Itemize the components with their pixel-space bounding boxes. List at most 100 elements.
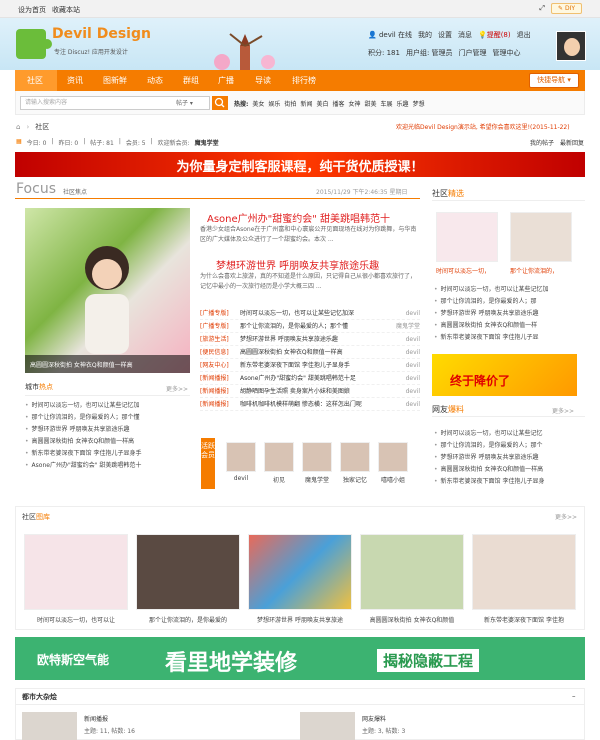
nav-item-feed[interactable]: 动态 [147, 75, 163, 86]
member-card[interactable]: 初见 [264, 442, 294, 484]
list-item[interactable]: 那个让你流泪的，是你最爱的人；那个懂 [25, 412, 190, 424]
member-name[interactable]: devil [226, 475, 256, 482]
forum-name[interactable]: 网友爆料 [362, 714, 386, 723]
gallery-caption[interactable]: 新东带老婆深夜下面馆 李佳抱 [472, 615, 576, 624]
list-item[interactable]: 高圆圆深秋街拍 女神衣Q和颜值一样高 [434, 464, 584, 476]
breadcrumb-community[interactable]: 社区 [35, 122, 49, 132]
news-tag[interactable]: [新闻播报] [200, 398, 240, 410]
hot-tag[interactable]: 美白 [316, 99, 328, 108]
diy-button[interactable]: ✎ DIY [551, 3, 582, 14]
news-author[interactable]: devil [400, 346, 420, 358]
my-menu[interactable]: 我的 [418, 30, 432, 40]
list-item[interactable]: 那个让你流泪的，是你最爱的人；那 [434, 296, 584, 308]
gallery-caption[interactable]: 高圆圆深秋街拍 女神衣Q和颜值 [360, 615, 464, 624]
gallery-item[interactable]: 时间可以淡忘一切，也可以让 [24, 534, 128, 624]
settings-link[interactable]: 设置 [438, 30, 452, 40]
home-icon[interactable]: ⌂ [16, 123, 20, 131]
news-tag[interactable]: [新闻播报] [200, 385, 240, 397]
ad-banner-bottom[interactable]: 欧特斯空气能 看里地学装修 揭秘隐蔽工程 [15, 637, 585, 680]
gallery-image[interactable] [248, 534, 352, 610]
forum-category-title[interactable]: 都市大杂烩 [22, 692, 57, 702]
focus-headline-1[interactable]: Asone广州办"甜蜜约会" 甜美跳唱韩范十 [207, 210, 390, 225]
ad-banner-top[interactable]: 为你量身定制客服课程，纯干货优质授课！ [15, 152, 585, 177]
forum-icon[interactable] [300, 712, 355, 740]
hot-tag[interactable]: 播客 [332, 99, 344, 108]
member-card[interactable]: 独家记忆 [340, 442, 370, 484]
list-item[interactable]: 那个让你流泪的，是你最爱的人；那个 [434, 440, 584, 452]
nav-item-news[interactable]: 资讯 [67, 75, 83, 86]
news-title[interactable]: 时间可以淡忘一切，也可以让某些记忆加深 [240, 307, 400, 319]
member-name[interactable]: 嘻嘻小姐 [378, 475, 408, 484]
net-news-more-link[interactable]: 更多>> [552, 406, 574, 415]
avatar[interactable] [226, 442, 256, 472]
hot-tag[interactable]: 车展 [381, 99, 393, 108]
city-hot-more-link[interactable]: 更多>> [166, 384, 188, 393]
member-card[interactable]: 魔鬼学堂 [302, 442, 332, 484]
hot-tag[interactable]: 梦想 [413, 99, 425, 108]
list-item[interactable]: [旅游生活] 梦想环游世界 呼朋唤友共享旅途乐趣 devil [200, 333, 420, 346]
user-avatar[interactable] [556, 31, 586, 61]
news-title[interactable]: 高圆圆深秋街拍 女神衣Q和颜值一样高 [240, 346, 400, 358]
avatar[interactable] [302, 442, 332, 472]
list-item[interactable]: 高圆圆深秋街拍 女神衣Q和颜值一样 [434, 320, 584, 332]
gallery-image[interactable] [360, 534, 464, 610]
member-card[interactable]: devil [226, 442, 256, 482]
list-item[interactable]: 梦想环游世界 呼朋唤友共享旅途乐趣 [434, 308, 584, 320]
pick-caption[interactable]: 那个让你流泪的， [510, 266, 558, 275]
gallery-caption[interactable]: 梦想环游世界 呼朋唤友共享旅途 [248, 615, 352, 624]
expand-icon[interactable]: ⤢ [539, 4, 545, 13]
news-tag[interactable]: [网友中心] [200, 359, 240, 371]
list-item[interactable]: 时间可以淡忘一切，也可以让某些记忆 [434, 428, 584, 440]
points-link[interactable]: 积分: 181 [368, 48, 400, 58]
news-title[interactable]: Asone广州办"甜蜜约会" 甜美跳唱韩范十足 [240, 372, 400, 384]
search-scope-select[interactable]: 帖子 ▾ [176, 98, 193, 107]
quick-nav-button[interactable]: 快捷导航 ▾ [529, 73, 579, 88]
site-logo-title[interactable]: Devil Design [52, 26, 151, 42]
forum-icon[interactable] [22, 712, 77, 740]
news-tag[interactable]: [广播专版] [200, 307, 240, 319]
pick-caption[interactable]: 时间可以淡忘一切， [436, 266, 490, 275]
list-item[interactable]: 新东带老婆深夜下面馆 李佳抱儿子显身手 [25, 448, 190, 460]
username-link[interactable]: 👤 devil 在线 [368, 30, 412, 40]
messages-link[interactable]: 消息 [458, 30, 472, 40]
avatar[interactable] [264, 442, 294, 472]
gallery-item[interactable]: 梦想环游世界 呼朋唤友共享旅途 [248, 534, 352, 624]
news-author[interactable]: devil [400, 307, 420, 319]
news-author[interactable]: 魔鬼学堂 [392, 320, 420, 332]
list-item[interactable]: 高圆圆深秋街拍 女神衣Q和颜值一样高 [25, 436, 190, 448]
list-item[interactable]: 梦想环游世界 呼朋唤友共享旅途乐趣 [434, 452, 584, 464]
news-title[interactable]: 胡静晒图孕生活照 卖身案片小妹和美图娘 [240, 385, 400, 397]
search-button[interactable] [212, 96, 228, 110]
nav-item-community[interactable]: 社区 [27, 75, 43, 86]
set-homepage-link[interactable]: 设为首页 [18, 5, 46, 15]
portal-admin-link[interactable]: 门户管理 [459, 48, 487, 58]
focus-main-image[interactable] [25, 208, 190, 373]
hot-tag[interactable]: 娱乐 [268, 99, 280, 108]
avatar[interactable] [340, 442, 370, 472]
gallery-item[interactable]: 那个让你流泪的，是你最爱的 [136, 534, 240, 624]
newest-member-link[interactable]: 魔鬼学堂 [195, 138, 219, 147]
hot-tag[interactable]: 女神 [349, 99, 361, 108]
bookmark-link[interactable]: 收藏本站 [52, 5, 80, 15]
my-posts-link[interactable]: 我的帖子 [530, 138, 554, 147]
list-item[interactable]: 时间可以淡忘一切，也可以让某些记忆加 [25, 400, 190, 412]
news-tag[interactable]: [便民信息] [200, 346, 240, 358]
promo-ad[interactable]: 终于降价了 [432, 354, 577, 396]
member-name[interactable]: 独家记忆 [340, 475, 370, 484]
nav-item-pics[interactable]: 图新鲜 [103, 75, 127, 86]
nav-item-ranking[interactable]: 排行榜 [292, 75, 316, 86]
list-item[interactable]: 梦想环游世界 呼朋唤友共享旅途乐趣 [25, 424, 190, 436]
list-item[interactable]: 新东带老婆深夜下面馆 李佳抱儿子显身 [434, 476, 584, 488]
logout-link[interactable]: 退出 [517, 30, 531, 40]
news-tag[interactable]: [旅游生活] [200, 333, 240, 345]
news-author[interactable]: devil [400, 372, 420, 384]
news-title[interactable]: 新东带老婆深夜下面馆 李佳抱儿子显身手 [240, 359, 400, 371]
gallery-more-link[interactable]: 更多>> [555, 512, 577, 521]
news-tag[interactable]: [广播专版] [200, 320, 240, 332]
usergroup-link[interactable]: 用户组: 管理员 [406, 48, 453, 58]
news-author[interactable]: devil [400, 333, 420, 345]
news-author[interactable]: devil [400, 385, 420, 397]
news-author[interactable]: devil [400, 359, 420, 371]
list-item[interactable]: 新东带老婆深夜下面馆 李佳抱儿子显 [434, 332, 584, 344]
member-name[interactable]: 初见 [264, 475, 294, 484]
